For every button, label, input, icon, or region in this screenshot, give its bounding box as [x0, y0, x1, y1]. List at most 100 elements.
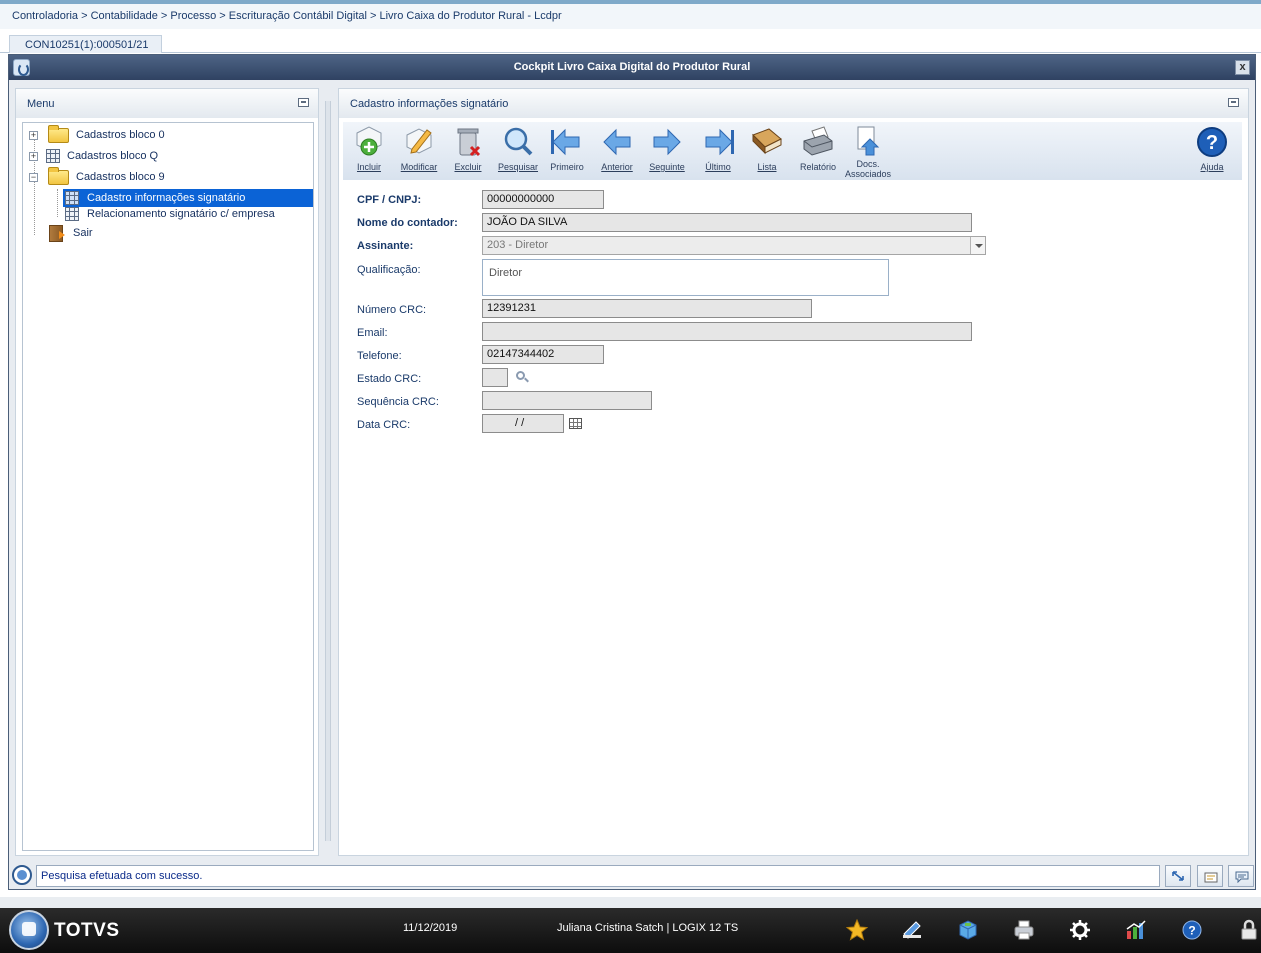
- pesquisar-button[interactable]: Pesquisar: [494, 125, 542, 177]
- window-titlebar: Cockpit Livro Caixa Digital do Produtor …: [9, 55, 1255, 80]
- gear-icon[interactable]: [1069, 919, 1091, 941]
- close-button[interactable]: x: [1235, 60, 1250, 75]
- tree-line: [57, 189, 58, 217]
- breadcrumb[interactable]: Controladoria > Contabilidade > Processo…: [0, 4, 1261, 29]
- shrink-button[interactable]: [1165, 865, 1191, 887]
- data-label: Data CRC:: [357, 419, 411, 431]
- toolbar-label: Lista: [757, 162, 777, 172]
- data-input[interactable]: / /: [482, 414, 564, 433]
- tree-item-label: Cadastros bloco 0: [76, 129, 165, 141]
- exit-door-icon: [49, 225, 65, 242]
- edit-pencil-icon: [401, 125, 437, 159]
- seguinte-button[interactable]: Seguinte: [643, 125, 691, 177]
- content-panel: Cadastro informações signatário Incluir …: [338, 88, 1249, 856]
- tree-item-label: Cadastros bloco Q: [67, 150, 159, 162]
- sequencia-input[interactable]: [482, 391, 652, 410]
- expand-icon[interactable]: +: [29, 131, 38, 140]
- tree-item-sair[interactable]: Sair: [27, 224, 313, 242]
- telefone-label: Telefone:: [357, 350, 402, 362]
- star-icon[interactable]: [845, 918, 869, 941]
- notes-button[interactable]: [1197, 865, 1223, 887]
- minimize-icon[interactable]: [298, 98, 309, 107]
- email-input[interactable]: [482, 322, 972, 341]
- status-icon: [12, 865, 32, 885]
- first-record-icon: [549, 125, 585, 159]
- svg-text:?: ?: [1188, 924, 1195, 938]
- qualificacao-textarea[interactable]: Diretor: [482, 259, 889, 296]
- docs-associados-button[interactable]: Docs. Associados: [844, 125, 892, 179]
- toolbar-label: Incluir: [356, 162, 381, 172]
- primeiro-button[interactable]: Primeiro: [543, 125, 591, 177]
- tab-bar: CON10251(1):000501/21: [0, 29, 1261, 53]
- box-icon[interactable]: [957, 919, 979, 941]
- toolbar-label: Excluir: [454, 162, 482, 172]
- incluir-button[interactable]: Incluir: [345, 125, 393, 177]
- minimize-icon[interactable]: [1228, 98, 1239, 107]
- brush-icon[interactable]: [901, 919, 923, 941]
- menu-panel: Menu + Cadastros bloco 0 + Cadastros blo…: [15, 88, 319, 856]
- menu-panel-header: Menu: [16, 89, 318, 118]
- status-bar: Pesquisa efetuada com sucesso.: [9, 863, 1255, 889]
- totvs-logo-icon[interactable]: [9, 910, 49, 950]
- tab-program[interactable]: CON10251(1):000501/21: [9, 35, 162, 53]
- search-icon[interactable]: [516, 371, 525, 380]
- toolbar-label: Primeiro: [550, 162, 584, 172]
- toolbar: Incluir Modificar Excluir Pesquisar Prim…: [343, 122, 1242, 180]
- grid-icon: [65, 191, 79, 205]
- expand-icon[interactable]: +: [29, 152, 38, 161]
- arrows-icon: [1172, 871, 1184, 881]
- modificar-button[interactable]: Modificar: [395, 125, 443, 177]
- ajuda-button[interactable]: ? Ajuda: [1188, 125, 1236, 177]
- help-icon[interactable]: ?: [1181, 919, 1203, 941]
- panel-title: Cadastro informações signatário: [350, 98, 509, 110]
- notepad-icon: [1204, 871, 1218, 883]
- toolbar-label: Ajuda: [1200, 162, 1224, 172]
- toolbar-label: Seguinte: [649, 162, 685, 172]
- tree-item-label: Relacionamento signatário c/ empresa: [87, 208, 275, 220]
- contador-label: Nome do contador:: [357, 217, 458, 229]
- chevron-down-icon[interactable]: [970, 237, 985, 254]
- tree-item-bloco-9[interactable]: − Cadastros bloco 9: [27, 167, 313, 186]
- relatorio-button[interactable]: Relatório: [794, 125, 842, 177]
- chart-icon[interactable]: [1125, 919, 1147, 941]
- messages-button[interactable]: [1228, 865, 1254, 887]
- menu-tree: + Cadastros bloco 0 + Cadastros bloco Q …: [22, 122, 314, 851]
- crc-input[interactable]: 12391231: [482, 299, 812, 318]
- calendar-icon[interactable]: [569, 418, 582, 429]
- lista-button[interactable]: Lista: [743, 125, 791, 177]
- taskbar: TOTVS 11/12/2019 Juliana Cristina Satch …: [0, 908, 1261, 953]
- assinante-label: Assinante:: [357, 240, 414, 252]
- cockpit-window: Cockpit Livro Caixa Digital do Produtor …: [8, 54, 1256, 890]
- telefone-input[interactable]: 02147344402: [482, 345, 604, 364]
- help-icon: ?: [1194, 125, 1230, 159]
- signatario-form: CPF / CNPJ: 00000000000 Nome do contador…: [343, 180, 1242, 848]
- toolbar-label: Modificar: [400, 162, 438, 172]
- toolbar-label: Último: [705, 162, 731, 172]
- tree-item-bloco-q[interactable]: + Cadastros bloco Q: [27, 147, 313, 165]
- footer-date: 11/12/2019: [403, 922, 458, 934]
- grid-icon: [46, 149, 60, 163]
- tree-item-relacionamento[interactable]: Relacionamento signatário c/ empresa: [63, 205, 313, 223]
- app-logo-icon: [13, 59, 30, 76]
- excluir-button[interactable]: Excluir: [444, 125, 492, 177]
- panel-splitter[interactable]: [325, 101, 331, 841]
- cpf-label: CPF / CNPJ:: [357, 194, 422, 206]
- footer-user: Juliana Cristina Satch | LOGIX 12 TS: [557, 922, 739, 934]
- toolbar-label: Relatório: [799, 162, 837, 172]
- ultimo-button[interactable]: Último: [694, 125, 742, 177]
- print-icon[interactable]: [1013, 919, 1035, 941]
- anterior-button[interactable]: Anterior: [593, 125, 641, 177]
- assinante-select[interactable]: 203 - Diretor: [482, 236, 986, 255]
- toolbar-label: Pesquisar: [497, 162, 539, 172]
- cpf-input[interactable]: 00000000000: [482, 190, 604, 209]
- collapse-icon[interactable]: −: [29, 173, 38, 182]
- chat-icon: [1235, 871, 1249, 884]
- estado-input[interactable]: [482, 368, 508, 387]
- folder-icon: [48, 125, 69, 143]
- sequencia-label: Sequência CRC:: [357, 396, 439, 408]
- estado-label: Estado CRC:: [357, 373, 422, 385]
- tree-item-bloco-0[interactable]: + Cadastros bloco 0: [27, 125, 313, 144]
- contador-input[interactable]: JOÃO DA SILVA: [482, 213, 972, 232]
- email-label: Email:: [357, 327, 388, 339]
- lock-icon[interactable]: [1238, 919, 1260, 941]
